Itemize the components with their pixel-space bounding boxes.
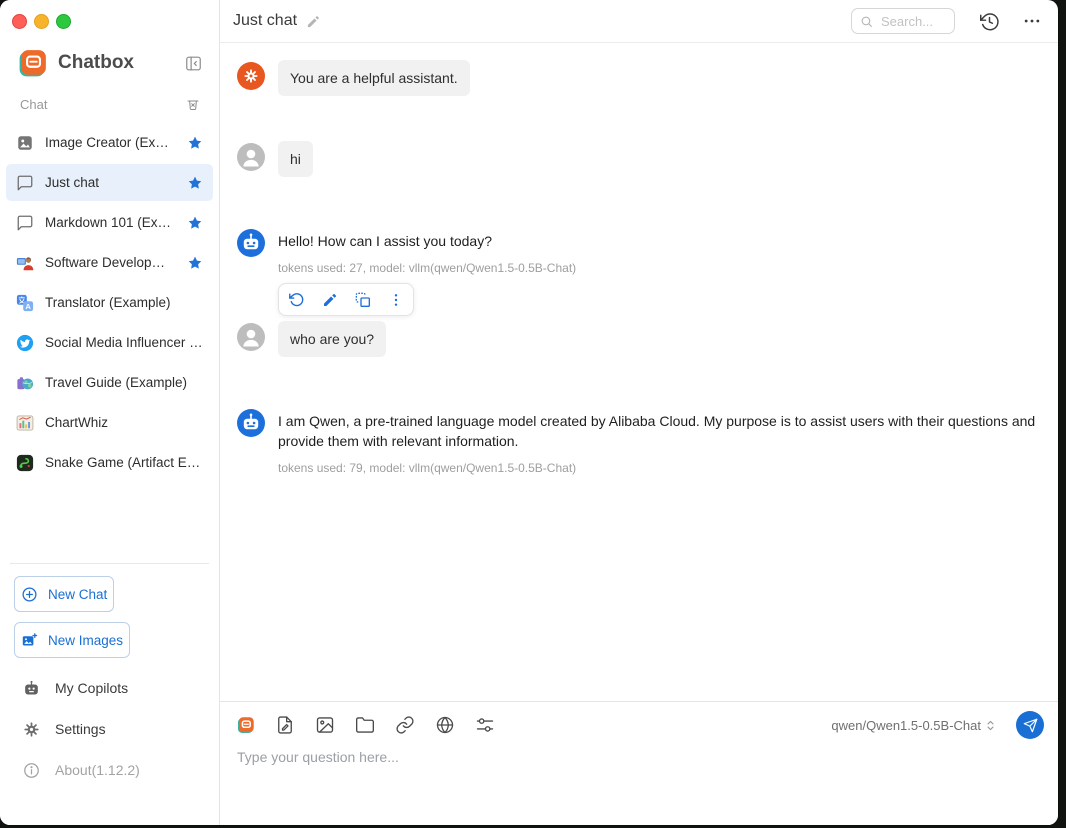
app-window: Chatbox Chat xyxy=(0,0,1058,825)
message-user: hi xyxy=(237,141,1042,177)
message-text: I am Qwen, a pre-trained language model … xyxy=(278,411,1042,451)
chat-bubble-icon xyxy=(16,214,34,232)
sidebar-item-translator[interactable]: A Translator (Example) xyxy=(6,284,213,321)
chat-header: Just chat xyxy=(220,0,1058,43)
search-input[interactable] xyxy=(879,13,953,30)
zoom-window-button[interactable] xyxy=(56,14,71,29)
chat-panel: Just chat xyxy=(220,0,1058,825)
sidebar-item-social-media-influencer[interactable]: Social Media Influencer … xyxy=(6,324,213,361)
chatbox-logo-icon[interactable] xyxy=(237,716,255,734)
new-chat-button[interactable]: New Chat xyxy=(14,576,114,612)
page-title: Just chat xyxy=(233,12,297,30)
send-icon xyxy=(1023,718,1038,733)
user-avatar-icon xyxy=(237,323,265,351)
travel-avatar-icon xyxy=(16,374,34,392)
sidebar-item-software-developer[interactable]: Software Develop… xyxy=(6,244,213,281)
collapse-sidebar-icon[interactable] xyxy=(182,52,205,75)
robot-icon xyxy=(22,679,41,698)
model-selector[interactable]: qwen/Qwen1.5-0.5B-Chat xyxy=(831,718,998,733)
settings-item[interactable]: Settings xyxy=(0,717,219,741)
sidebar-item-travel-guide[interactable]: Travel Guide (Example) xyxy=(6,364,213,401)
twitter-avatar-icon xyxy=(16,334,34,352)
close-window-button[interactable] xyxy=(12,14,27,29)
folder-icon[interactable] xyxy=(355,715,375,735)
web-browsing-icon[interactable] xyxy=(435,715,455,735)
message-assistant: Hello! How can I assist you today? token… xyxy=(237,227,1042,316)
window-controls xyxy=(12,14,71,29)
sidebar-item-markdown-101[interactable]: Markdown 101 (Ex… xyxy=(6,204,213,241)
sidebar-item-just-chat[interactable]: Just chat xyxy=(6,164,213,201)
composer-toolbar xyxy=(237,715,495,735)
message-bubble: who are you? xyxy=(278,321,386,357)
message-bubble: You are a helpful assistant. xyxy=(278,60,470,96)
link-icon[interactable] xyxy=(395,715,415,735)
assistant-robot-avatar-icon xyxy=(237,409,265,437)
message-meta: tokens used: 27, model: vllm(qwen/Qwen1.… xyxy=(278,261,576,275)
clear-conversations-icon[interactable] xyxy=(183,94,203,114)
composer: qwen/Qwen1.5-0.5B-Chat xyxy=(220,701,1058,825)
message-options-icon[interactable] xyxy=(475,715,495,735)
star-icon[interactable] xyxy=(187,215,203,231)
minimize-window-button[interactable] xyxy=(34,14,49,29)
divider xyxy=(10,563,209,564)
plus-circle-icon xyxy=(21,586,38,603)
info-icon xyxy=(22,761,41,780)
message-list: You are a helpful assistant. hi xyxy=(220,43,1058,701)
edit-title-icon[interactable] xyxy=(306,14,321,29)
attach-image-icon[interactable] xyxy=(315,715,335,735)
history-icon[interactable] xyxy=(977,9,1002,34)
chart-avatar-icon xyxy=(16,414,34,432)
more-icon[interactable] xyxy=(1020,9,1044,33)
message-assistant: I am Qwen, a pre-trained language model … xyxy=(237,407,1042,475)
conversation-list: Image Creator (Ex… Just chat xyxy=(0,124,219,484)
search-box[interactable] xyxy=(851,8,955,34)
message-input[interactable] xyxy=(237,749,1044,813)
message-user: who are you? xyxy=(237,321,1042,357)
chat-section-label: Chat xyxy=(20,97,183,112)
message-system: You are a helpful assistant. xyxy=(237,60,1042,96)
app-title: Chatbox xyxy=(58,52,182,74)
snake-game-avatar-icon xyxy=(16,454,34,472)
message-toolbar xyxy=(278,283,414,316)
sidebar-item-snake-game[interactable]: Snake Game (Artifact E… xyxy=(6,444,213,481)
image-plus-icon xyxy=(21,632,38,649)
svg-text:A: A xyxy=(25,301,31,310)
sidebar-item-chartwhiz[interactable]: ChartWhiz xyxy=(6,404,213,441)
message-text: Hello! How can I assist you today? xyxy=(278,231,576,251)
image-icon xyxy=(16,134,34,152)
system-gear-avatar-icon xyxy=(237,62,265,90)
gear-icon xyxy=(22,720,41,739)
my-copilots-item[interactable]: My Copilots xyxy=(0,676,219,700)
message-meta: tokens used: 79, model: vllm(qwen/Qwen1.… xyxy=(278,461,1042,475)
about-item[interactable]: About(1.12.2) xyxy=(0,758,219,782)
regenerate-icon[interactable] xyxy=(288,291,305,308)
message-bubble: hi xyxy=(278,141,313,177)
unfold-chevrons-icon xyxy=(983,718,998,733)
more-options-icon[interactable] xyxy=(388,292,404,308)
sidebar-item-image-creator[interactable]: Image Creator (Ex… xyxy=(6,124,213,161)
chat-bubble-icon xyxy=(16,174,34,192)
translator-avatar-icon: A xyxy=(16,294,34,312)
star-icon[interactable] xyxy=(187,175,203,191)
edit-icon[interactable] xyxy=(322,292,338,308)
search-icon xyxy=(860,15,873,28)
attach-file-icon[interactable] xyxy=(275,715,295,735)
copy-icon[interactable] xyxy=(355,292,371,308)
new-images-button[interactable]: New Images xyxy=(14,622,130,658)
star-icon[interactable] xyxy=(187,135,203,151)
sidebar: Chatbox Chat xyxy=(0,0,220,825)
star-icon[interactable] xyxy=(187,255,203,271)
send-button[interactable] xyxy=(1016,711,1044,739)
user-avatar-icon xyxy=(237,143,265,171)
assistant-robot-avatar-icon xyxy=(237,229,265,257)
developer-avatar-icon xyxy=(16,254,34,272)
chatbox-logo-icon xyxy=(18,48,48,78)
